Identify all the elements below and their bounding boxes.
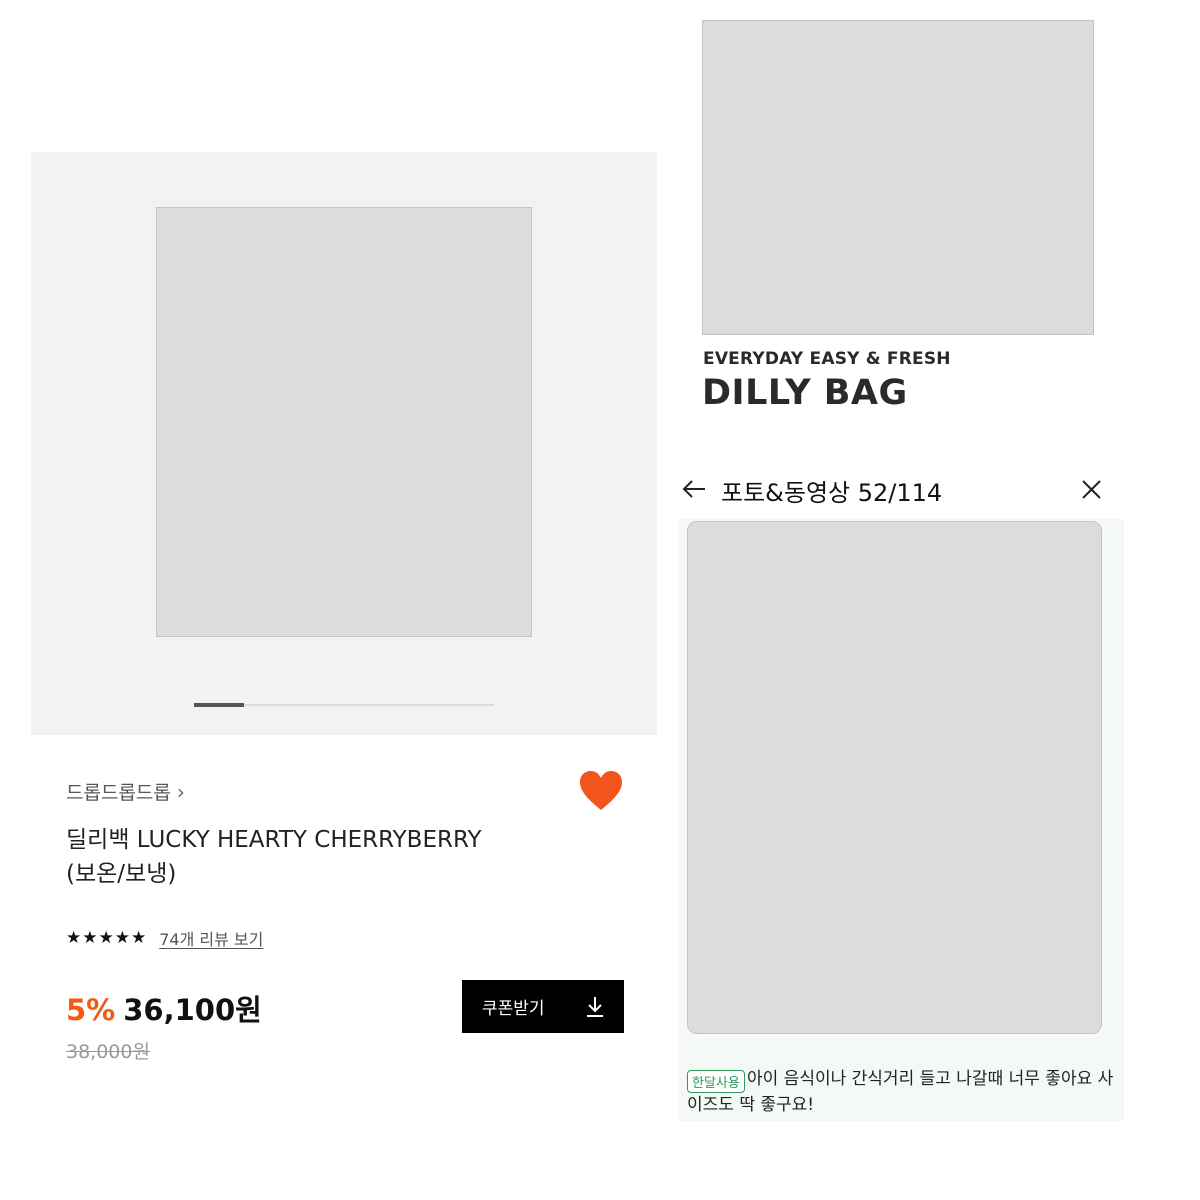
coupon-button[interactable]: 쿠폰받기	[462, 980, 624, 1033]
coupon-button-label: 쿠폰받기	[482, 999, 545, 1019]
chevron-right-icon: ›	[176, 779, 185, 804]
product-title-line1: 딜리백 LUCKY HEARTY CHERRYBERRY	[66, 827, 482, 853]
price-row: 5% 36,100원	[66, 987, 262, 1029]
original-price: 38,000원	[66, 1041, 150, 1063]
close-icon[interactable]	[1082, 480, 1101, 499]
back-arrow-icon[interactable]	[682, 479, 706, 499]
promo-photo	[702, 20, 1094, 335]
sale-price: 36,100원	[123, 993, 262, 1027]
product-title-line2: (보온/보냉)	[66, 861, 177, 887]
product-title: 딜리백 LUCKY HEARTY CHERRYBERRY (보온/보냉)	[66, 823, 586, 891]
review-link[interactable]: 74개 리뷰 보기	[159, 926, 263, 950]
rating-row: ★★★★★ 74개 리뷰 보기	[66, 926, 263, 950]
promo-title: DILLY BAG	[702, 373, 908, 413]
heart-icon[interactable]	[578, 770, 624, 812]
review-text: 아이 음식이나 간식거리 들고 나갈때 너무 좋아요 사이즈도 딱 좋구요!	[687, 1069, 1114, 1115]
review-text-block: 아이 음식이나 간식거리 들고 나갈때 너무 좋아요 사이즈도 딱 좋구요!	[687, 1066, 1117, 1118]
review-photo[interactable]	[687, 521, 1102, 1034]
download-icon	[587, 996, 603, 1017]
review-viewer-header: 포토&동영상 52/114	[678, 468, 1124, 510]
rating-stars-icon: ★★★★★	[66, 928, 148, 948]
discount-rate: 5%	[66, 993, 116, 1027]
carousel-active-indicator	[194, 703, 244, 707]
brand-name: 드롭드롭드롭	[66, 782, 171, 804]
review-panel: 한달사용 아이 음식이나 간식거리 들고 나갈때 너무 좋아요 사이즈도 딱 좋…	[678, 519, 1124, 1121]
review-viewer-title: 포토&동영상 52/114	[721, 479, 943, 507]
product-photo	[156, 207, 532, 637]
product-image-carousel[interactable]	[31, 152, 657, 735]
brand-link[interactable]: 드롭드롭드롭 ›	[66, 778, 185, 805]
carousel-indicator	[194, 703, 494, 707]
promo-subtitle: EVERYDAY EASY & FRESH	[703, 349, 951, 369]
